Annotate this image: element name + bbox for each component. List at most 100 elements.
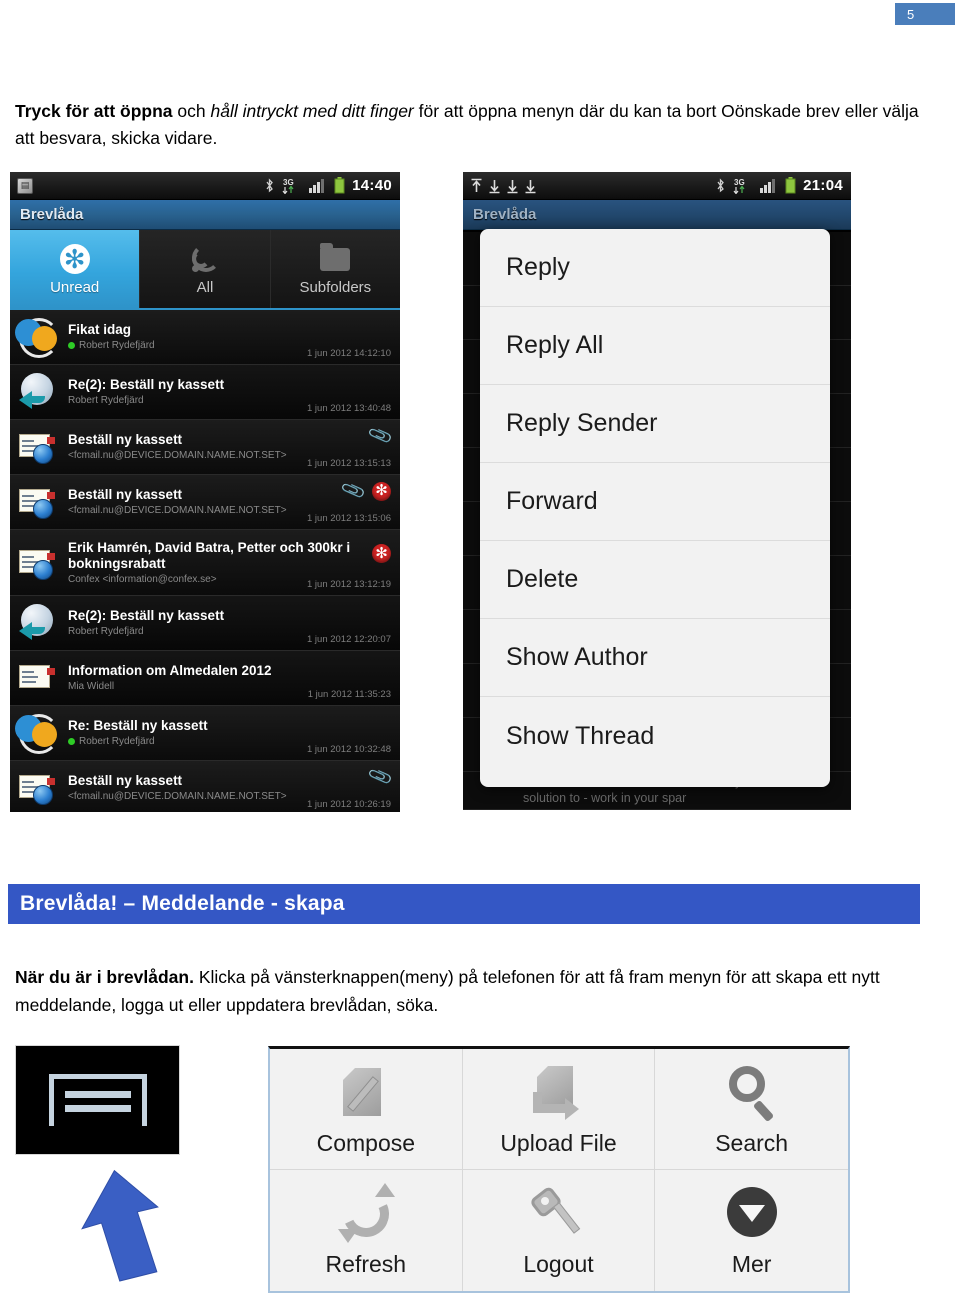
option-refresh[interactable]: Refresh: [270, 1170, 463, 1291]
inbox-title-bar: Brevlåda: [463, 200, 851, 230]
svg-text:3G: 3G: [283, 178, 294, 187]
menu-item-show-author[interactable]: Show Author: [480, 619, 830, 697]
svg-text:3G: 3G: [734, 178, 745, 187]
option-upload-file-label: Upload File: [500, 1129, 617, 1156]
menu-item-reply[interactable]: Reply: [480, 229, 830, 307]
signal-icon: [309, 178, 325, 193]
mail-subject: Beställ ny kassett: [68, 432, 183, 447]
letter-icon: [18, 482, 58, 522]
letter-icon: [18, 427, 58, 467]
menu-item-forward[interactable]: Forward: [480, 463, 830, 541]
option-logout-label: Logout: [523, 1251, 594, 1277]
3g-icon: 3G: [733, 178, 745, 194]
bluetooth-icon: [266, 177, 274, 192]
menu-key-thumbnail: [15, 1045, 180, 1155]
phone-screenshot-inbox: ▤ 3G 14:40 Brevlåda ✻ Unread All Subfold…: [10, 172, 400, 812]
section-heading: Brevlåda! – Meddelande - skapa: [20, 892, 345, 915]
reply-icon: [18, 372, 58, 412]
upload-icon: [471, 178, 482, 192]
mail-sender: <fcmail.nu@DEVICE.DOMAIN.NAME.NOT.SET>: [68, 791, 287, 802]
online-status-dot: [68, 342, 75, 349]
mail-sender: <fcmail.nu@DEVICE.DOMAIN.NAME.NOT.SET>: [68, 505, 287, 516]
menu-item-delete[interactable]: Delete: [480, 541, 830, 619]
attachment-icon: 📎: [366, 763, 394, 790]
gears-icon: [18, 317, 59, 358]
refresh-icon: [335, 1183, 397, 1245]
tab-all[interactable]: All: [140, 230, 271, 308]
body-paragraph: När du är i brevlådan. Klicka på vänster…: [15, 963, 925, 1019]
table-row[interactable]: Beställ ny kassett <fcmail.nu@DEVICE.DOM…: [10, 475, 400, 530]
bluetooth-icon: [717, 177, 725, 192]
attachment-icon: 📎: [366, 422, 394, 449]
tab-subfolders[interactable]: Subfolders: [270, 230, 400, 308]
mail-time: 1 jun 2012 13:40:48: [307, 403, 391, 414]
menu-item-reply-sender[interactable]: Reply Sender: [480, 385, 830, 463]
rss-icon: [187, 242, 223, 276]
mail-time: 1 jun 2012 11:35:23: [307, 689, 391, 700]
menu-key-icon: [48, 1074, 147, 1126]
tab-unread[interactable]: ✻ Unread: [10, 230, 141, 308]
mail-sender: Confex <information@confex.se>: [68, 573, 217, 585]
table-row[interactable]: Beställ ny kassett <fcmail.nu@DEVICE.DOM…: [10, 420, 400, 475]
mail-sender: Mia Widell: [68, 681, 115, 692]
table-row[interactable]: Beställ ny kassett <fcmail.nu@DEVICE.DOM…: [10, 761, 400, 812]
mail-sender: Robert Rydefjärd: [68, 626, 144, 637]
mail-sender: <fcmail.nu@DEVICE.DOMAIN.NAME.NOT.SET>: [68, 450, 287, 461]
mail-time: 1 jun 2012 10:32:48: [307, 744, 391, 755]
mail-list: Fikat idag Robert Rydefjärd 1 jun 2012 1…: [10, 310, 400, 812]
section-heading-bar: Brevlåda! – Meddelande - skapa: [8, 884, 920, 924]
inbox-title: Brevlåda: [473, 206, 537, 223]
online-status-dot: [68, 738, 75, 745]
upload-file-icon: [527, 1062, 589, 1124]
mail-subject: Re(2): Beställ ny kassett: [68, 377, 225, 392]
menu-item-reply-all[interactable]: Reply All: [480, 307, 830, 385]
option-logout[interactable]: Logout: [463, 1170, 656, 1291]
mail-time: 1 jun 2012 13:12:19: [307, 579, 391, 590]
mail-subject: Beställ ny kassett: [68, 773, 183, 788]
status-clock: 21:04: [803, 177, 843, 194]
letter-plain-icon: [18, 658, 58, 698]
more-icon: [721, 1183, 783, 1245]
table-row[interactable]: Re: Beställ ny kassett Robert Rydefjärd …: [10, 706, 400, 761]
mail-time: 1 jun 2012 10:26:19: [307, 799, 391, 810]
battery-icon: [785, 177, 796, 194]
mail-subject: Fikat idag: [68, 322, 132, 337]
battery-icon: [334, 177, 345, 194]
option-upload-file[interactable]: Upload File: [462, 1049, 656, 1170]
page-number: 5: [907, 6, 915, 22]
app-icon: ▤: [17, 177, 33, 194]
mail-time: 1 jun 2012 13:15:06: [307, 513, 391, 524]
option-search-label: Search: [715, 1129, 789, 1156]
option-search[interactable]: Search: [655, 1049, 848, 1170]
folder-icon: [317, 242, 353, 276]
option-compose-label: Compose: [316, 1129, 416, 1156]
search-icon: [721, 1062, 783, 1124]
inbox-title: Brevlåda: [20, 206, 84, 223]
table-row[interactable]: Erik Hamrén, David Batra, Petter och 300…: [10, 530, 400, 596]
option-refresh-label: Refresh: [325, 1251, 407, 1277]
option-compose[interactable]: Compose: [270, 1049, 463, 1170]
download-icon: [525, 179, 536, 193]
body-bold: När du är i brevlådan.: [15, 967, 194, 987]
tab-bar: ✻ Unread All Subfolders: [10, 230, 400, 308]
intro-paragraph: Tryck för att öppna och håll intryckt me…: [15, 98, 930, 152]
pointer-arrow-up: [81, 1169, 159, 1282]
table-row[interactable]: Re(2): Beställ ny kassett Robert Rydefjä…: [10, 365, 400, 420]
asterisk-icon: ✻: [57, 242, 93, 276]
download-icon: [507, 179, 518, 193]
intro-bold: Tryck för att öppna: [15, 101, 173, 121]
table-row[interactable]: Fikat idag Robert Rydefjärd 1 jun 2012 1…: [10, 310, 400, 365]
table-row[interactable]: Re(2): Beställ ny kassett Robert Rydefjä…: [10, 596, 400, 651]
unread-flag-icon: ✻: [372, 481, 391, 501]
option-more[interactable]: Mer: [655, 1170, 848, 1291]
menu-item-show-thread[interactable]: Show Thread: [480, 697, 830, 775]
3g-icon: 3G: [282, 178, 294, 194]
unread-flag-icon: ✻: [372, 544, 391, 563]
tab-subfolders-label: Subfolders: [299, 279, 372, 296]
mail-subject: Information om Almedalen 2012: [68, 663, 272, 678]
key-icon: [527, 1183, 589, 1245]
intro-mid: och: [172, 101, 211, 121]
table-row[interactable]: Information om Almedalen 2012 Mia Widell…: [10, 651, 400, 706]
status-bar: ▤ 3G 14:40: [10, 172, 400, 200]
mail-sender: Robert Rydefjärd: [68, 395, 144, 406]
